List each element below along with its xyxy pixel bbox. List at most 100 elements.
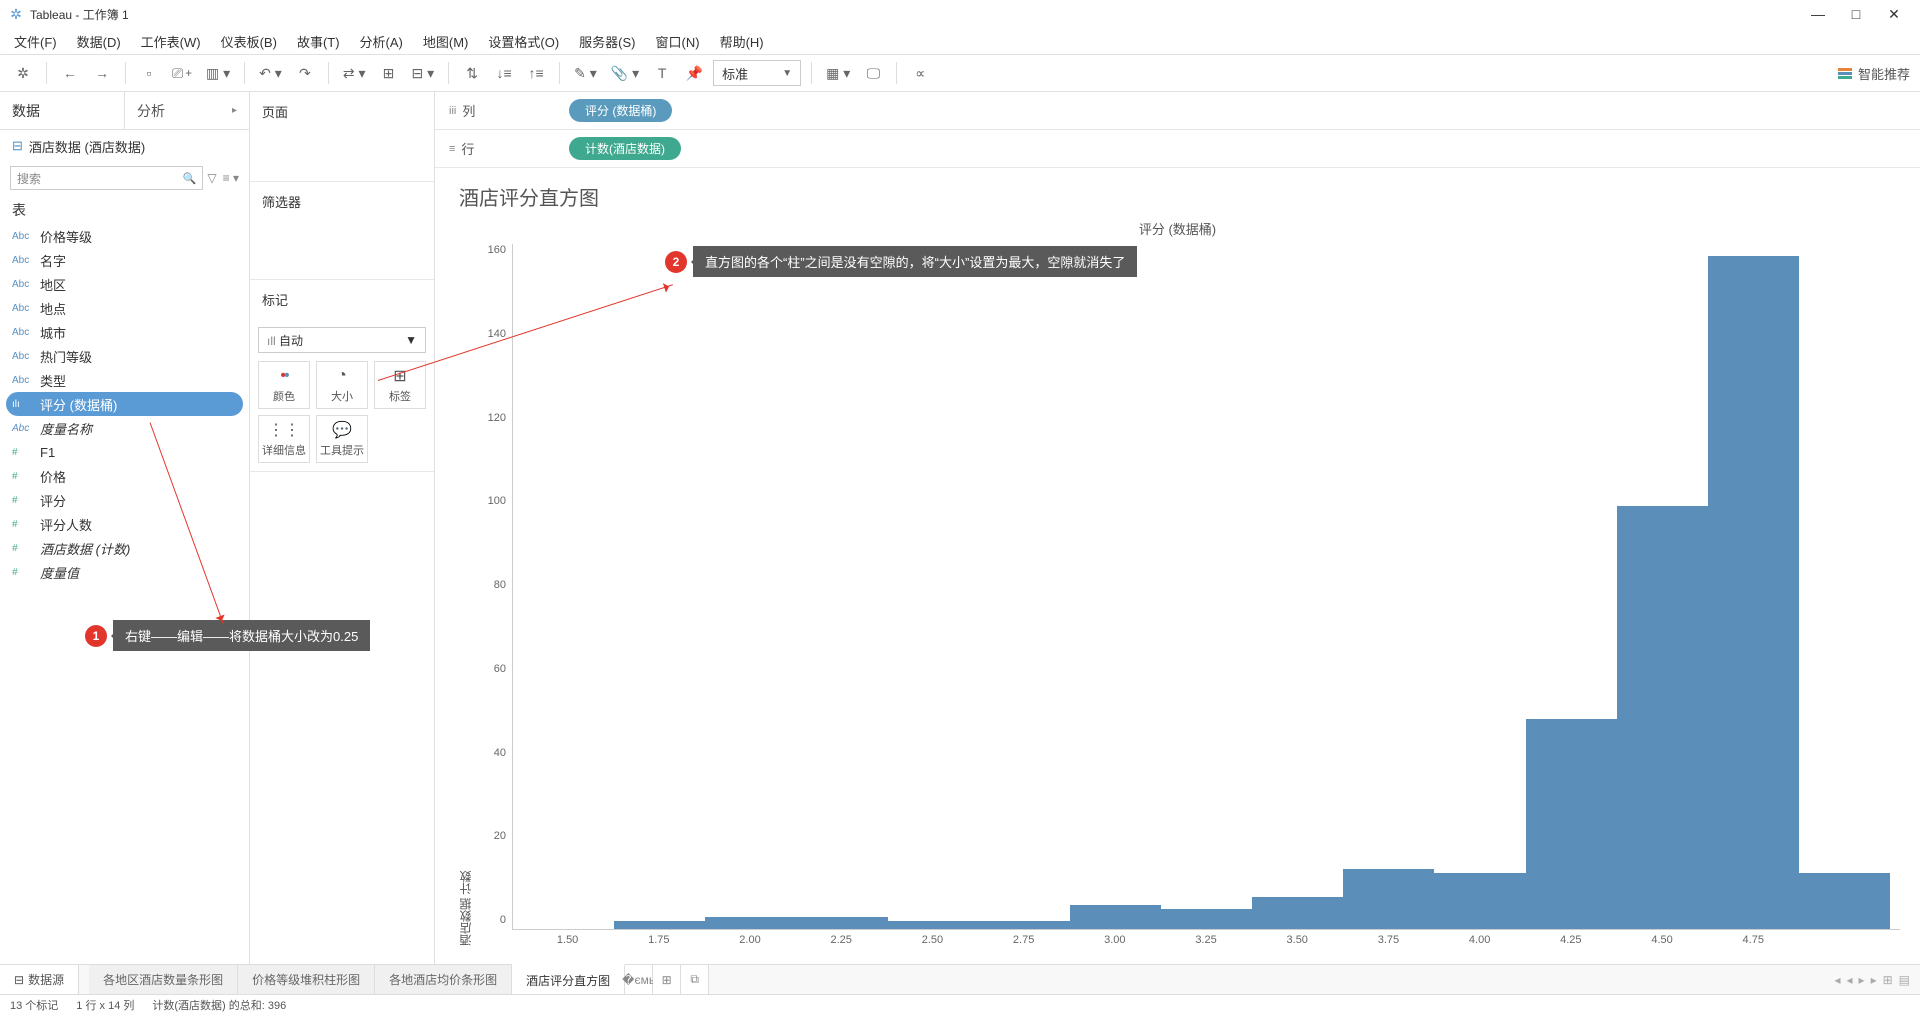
sort-button-2[interactable]: ↑≡ xyxy=(523,60,549,86)
sheet-tab[interactable]: 价格等级堆积柱形图 xyxy=(238,965,375,994)
sheet-tab[interactable]: 各地区酒店数量条形图 xyxy=(89,965,238,994)
view-icon[interactable]: ≡ ▾ xyxy=(223,171,239,185)
menu-item-5[interactable]: 分析(A) xyxy=(352,30,411,53)
group-button[interactable]: 📎 ▾ xyxy=(607,60,643,86)
data-tab[interactable]: 数据 xyxy=(0,92,124,129)
new-worksheet-button[interactable]: ▥ ▾ xyxy=(202,60,234,86)
totals-button[interactable]: ⇅ xyxy=(459,60,485,86)
tab-nav-last-icon[interactable]: ▸ xyxy=(1871,973,1877,987)
show-cards-button[interactable]: ▦ ▾ xyxy=(822,60,854,86)
tooltip-shelf[interactable]: 💬 工具提示 xyxy=(316,415,368,463)
menu-item-8[interactable]: 服务器(S) xyxy=(571,30,643,53)
field-item[interactable]: Abc类型 xyxy=(0,368,249,392)
histogram-bar[interactable] xyxy=(1161,909,1252,929)
histogram-bar[interactable] xyxy=(888,921,979,929)
menu-item-10[interactable]: 帮助(H) xyxy=(712,30,772,53)
label-shelf[interactable]: ⊞ 标签 xyxy=(374,361,426,409)
fit-dropdown[interactable]: 标准 ▼ xyxy=(713,60,801,86)
histogram-bar[interactable] xyxy=(1526,719,1617,929)
forward-button[interactable]: → xyxy=(89,60,115,86)
new-story-tab[interactable]: ⧉ xyxy=(681,965,709,994)
field-item[interactable]: #价格 xyxy=(0,464,249,488)
tab-nav-next-icon[interactable]: ▸ xyxy=(1859,973,1865,987)
menu-item-9[interactable]: 窗口(N) xyxy=(648,30,708,53)
sort-button-1[interactable]: ↓≡ xyxy=(491,60,517,86)
field-item[interactable]: #度量值 xyxy=(0,560,249,584)
field-item[interactable]: ılı评分 (数据桶) xyxy=(6,392,243,416)
menu-item-4[interactable]: 故事(T) xyxy=(289,30,348,53)
histogram-bar[interactable] xyxy=(1708,256,1799,929)
label-button[interactable]: T xyxy=(649,60,675,86)
minimize-button[interactable]: — xyxy=(1808,6,1828,23)
histogram-bar[interactable] xyxy=(1070,905,1161,929)
histogram-bar[interactable] xyxy=(705,917,796,929)
sheet-tabs: ⊟ 数据源 各地区酒店数量条形图价格等级堆积柱形图各地酒店均价条形图酒店评分直方… xyxy=(0,964,1920,994)
dimension-icon: Abc xyxy=(12,303,32,314)
menu-item-2[interactable]: 工作表(W) xyxy=(133,30,209,53)
sort-asc-button[interactable]: ⊞ xyxy=(375,60,401,86)
field-item[interactable]: Abc名字 xyxy=(0,248,249,272)
undo-button[interactable]: ↶ ▾ xyxy=(255,60,286,86)
field-item[interactable]: Abc度量名称 xyxy=(0,416,249,440)
menu-item-0[interactable]: 文件(F) xyxy=(6,30,65,53)
share-button[interactable]: ∝ xyxy=(907,60,933,86)
show-me-button[interactable]: 智能推荐 xyxy=(1838,64,1910,83)
histogram-bar[interactable] xyxy=(1252,897,1343,929)
field-item[interactable]: Abc地点 xyxy=(0,296,249,320)
sort-desc-button[interactable]: ⊟ ▾ xyxy=(407,60,438,86)
field-item[interactable]: Abc地区 xyxy=(0,272,249,296)
tab-list-icon[interactable]: ▤ xyxy=(1899,973,1910,987)
histogram-bar[interactable] xyxy=(1799,873,1890,929)
histogram-bar[interactable] xyxy=(979,921,1070,929)
tableau-icon[interactable]: ✲ xyxy=(10,60,36,86)
color-shelf[interactable]: •• 颜色 xyxy=(258,361,310,409)
histogram-bar[interactable] xyxy=(1434,873,1525,929)
field-item[interactable]: #酒店数据 (计数) xyxy=(0,536,249,560)
histogram-bar[interactable] xyxy=(796,917,887,929)
redo-button[interactable]: ↷ xyxy=(292,60,318,86)
back-button[interactable]: ← xyxy=(57,60,83,86)
columns-shelf[interactable]: iii列 评分 (数据桶) xyxy=(435,92,1920,130)
histogram-bar[interactable] xyxy=(1343,869,1434,929)
menu-item-3[interactable]: 仪表板(B) xyxy=(213,30,285,53)
mark-type-dropdown[interactable]: ıll 自动 ▼ xyxy=(258,327,426,353)
sheet-tab[interactable]: 酒店评分直方图 xyxy=(512,964,625,994)
new-dashboard-tab[interactable]: ⊞ xyxy=(653,965,681,994)
datasource-item[interactable]: ⊟ 酒店数据 (酒店数据) xyxy=(0,130,249,162)
tab-grid-icon[interactable]: ⊞ xyxy=(1883,973,1893,987)
maximize-button[interactable]: □ xyxy=(1846,6,1866,23)
detail-shelf[interactable]: ⋮⋮ 详细信息 xyxy=(258,415,310,463)
save-button[interactable]: ▫ xyxy=(136,60,162,86)
menu-item-7[interactable]: 设置格式(O) xyxy=(480,30,567,53)
analysis-tab[interactable]: 分析▸ xyxy=(124,92,249,129)
histogram-bar[interactable] xyxy=(1617,506,1708,929)
tab-nav-first-icon[interactable]: ◂ xyxy=(1834,973,1840,987)
swap-button[interactable]: ⇄ ▾ xyxy=(339,60,370,86)
field-item[interactable]: #评分 xyxy=(0,488,249,512)
highlight-button[interactable]: ✎ ▾ xyxy=(570,60,601,86)
field-item[interactable]: #评分人数 xyxy=(0,512,249,536)
close-button[interactable]: ✕ xyxy=(1884,6,1904,23)
chart-title[interactable]: 酒店评分直方图 xyxy=(459,182,1900,211)
pin-button[interactable]: 📌 xyxy=(681,60,707,86)
filter-icon[interactable]: ▽ xyxy=(207,171,216,185)
field-item[interactable]: Abc价格等级 xyxy=(0,224,249,248)
field-item[interactable]: #F1 xyxy=(0,440,249,464)
columns-pill[interactable]: 评分 (数据桶) xyxy=(569,99,672,122)
histogram-bar[interactable] xyxy=(614,921,705,929)
menu-item-1[interactable]: 数据(D) xyxy=(69,30,129,53)
new-worksheet-tab[interactable]: �ємь xyxy=(625,965,653,994)
sheet-tab[interactable]: 各地酒店均价条形图 xyxy=(375,965,512,994)
search-input[interactable]: 搜索 🔍 xyxy=(10,166,203,190)
field-item[interactable]: Abc城市 xyxy=(0,320,249,344)
field-item[interactable]: Abc热门等级 xyxy=(0,344,249,368)
size-shelf[interactable]: ◔ 大小 xyxy=(316,361,368,409)
rows-shelf[interactable]: ≡行 计数(酒店数据) xyxy=(435,130,1920,168)
new-datasource-button[interactable]: ⎚+ xyxy=(168,60,196,86)
rows-pill[interactable]: 计数(酒店数据) xyxy=(569,137,681,160)
datasource-tab[interactable]: ⊟ 数据源 xyxy=(0,965,79,994)
menu-item-6[interactable]: 地图(M) xyxy=(415,30,477,53)
presentation-button[interactable]: 🖵 xyxy=(860,60,886,86)
chart-plot[interactable]: 酒店数据 计数 160140120100806040200 1.501.752.… xyxy=(455,244,1900,946)
tab-nav-prev-icon[interactable]: ◂ xyxy=(1847,973,1853,987)
